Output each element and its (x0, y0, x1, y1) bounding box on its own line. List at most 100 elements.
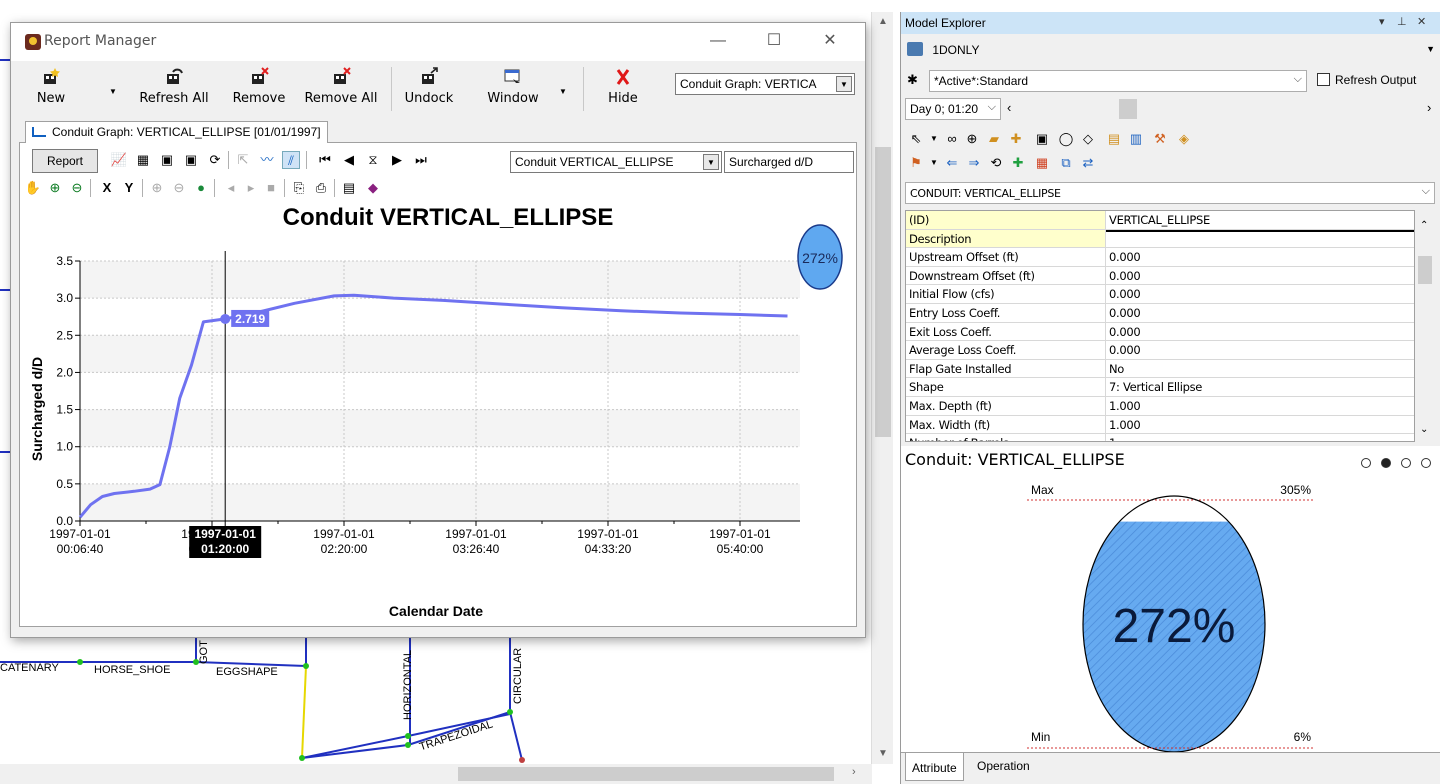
play-icon[interactable]: ▸ (242, 179, 260, 197)
chart-type-icon[interactable]: ⫽ (282, 151, 300, 169)
copy-icon[interactable]: ⎘ (290, 179, 308, 197)
find-icon[interactable]: ⊕ (963, 130, 981, 148)
zoom-out-icon[interactable]: ⊖ (68, 179, 86, 197)
help-book-icon[interactable]: ◆ (364, 179, 382, 197)
chevron-down-icon[interactable]: ▼ (703, 154, 719, 170)
line-chart-icon[interactable]: 〰 (258, 151, 276, 169)
property-value[interactable]: 0.000 (1106, 323, 1414, 341)
checkbox-box[interactable] (1317, 73, 1330, 86)
zoom-reset-icon[interactable]: ⊖ (170, 179, 188, 197)
property-row[interactable]: Exit Loss Coeff. 0.000 (906, 322, 1414, 342)
compare-icon[interactable]: ⧉ (1057, 154, 1075, 172)
chevron-down-icon[interactable]: ▼ (1426, 44, 1435, 54)
time-next-icon[interactable]: › (1427, 100, 1431, 115)
tools-icon[interactable]: ⚒ (1151, 130, 1169, 148)
y-axis-icon[interactable]: Y (120, 179, 138, 197)
map-horizontal-scrollbar[interactable]: › (0, 764, 872, 784)
property-row[interactable]: Max. Width (ft) 1.000 (906, 415, 1414, 435)
window-dropdown-icon[interactable]: ▼ (559, 87, 567, 96)
forward-arrow-icon[interactable]: ⇒ (965, 154, 983, 172)
copy-graph-icon[interactable]: ▦ (134, 151, 152, 169)
maximize-button[interactable]: ☐ (751, 29, 797, 55)
property-grid-scrollbar[interactable]: ⌃ ⌄ (1415, 210, 1435, 442)
property-row[interactable]: Upstream Offset (ft) 0.000 (906, 248, 1414, 267)
properties-icon[interactable]: ▤ (340, 179, 358, 197)
property-value[interactable]: 0.000 (1106, 285, 1414, 303)
globe-icon[interactable]: ● (192, 179, 210, 197)
tab-conduit-graph[interactable]: Conduit Graph: VERTICAL_ELLIPSE [01/01/1… (25, 121, 328, 144)
last-frame-icon[interactable]: ⏭ (412, 151, 430, 169)
chevron-down-icon[interactable]: ⌵ (1294, 73, 1302, 86)
parameter-field[interactable]: Surcharged d/D (724, 151, 854, 173)
pin-icon[interactable]: ⊥ (1397, 15, 1407, 28)
property-value[interactable]: 0.000 (1106, 248, 1414, 266)
property-row[interactable]: Entry Loss Coeff. 0.000 (906, 304, 1414, 323)
project-row[interactable]: 1DONLY ▼ (905, 42, 1435, 64)
property-scroll-thumb[interactable] (1418, 256, 1432, 284)
undock-button[interactable]: Undock (399, 63, 459, 115)
print-icon[interactable]: ⎙ (312, 179, 330, 197)
time-slider-thumb[interactable] (1119, 99, 1137, 119)
tab-attribute[interactable]: Attribute (905, 753, 964, 781)
save-icon[interactable]: ▣ (158, 151, 176, 169)
property-row[interactable]: Max. Depth (ft) 1.000 (906, 397, 1414, 416)
panel-close-icon[interactable]: ✕ (1417, 15, 1426, 28)
report-icon[interactable]: ▤ (1105, 130, 1123, 148)
back-arrow-icon[interactable]: ⇐ (943, 154, 961, 172)
map-vscroll-thumb[interactable] (875, 147, 891, 437)
stop-icon[interactable]: ■ (262, 179, 280, 197)
window-button[interactable]: Window (481, 63, 545, 115)
first-frame-icon[interactable]: ⏮ (316, 151, 334, 169)
property-value[interactable]: No (1106, 360, 1414, 378)
property-value[interactable]: 1.000 (1106, 416, 1414, 434)
scroll-up-icon[interactable]: ▲ (872, 16, 894, 27)
refresh-output-checkbox[interactable]: Refresh Output (1317, 73, 1416, 87)
close-button[interactable]: ✕ (807, 29, 853, 55)
property-row[interactable]: Shape 7: Vertical Ellipse (906, 378, 1414, 397)
page-dot-2-active[interactable] (1381, 458, 1391, 468)
time-select[interactable]: Day 0; 01:20 ⌵ (905, 98, 1001, 120)
refresh-all-button[interactable]: Refresh All (137, 63, 211, 115)
page-dot-4[interactable] (1421, 458, 1431, 468)
dropdown-icon[interactable]: ▼ (925, 130, 943, 148)
swap-icon[interactable]: ⇄ (1079, 154, 1097, 172)
property-row[interactable]: Average Loss Coeff. 0.000 (906, 341, 1414, 360)
remove-button[interactable]: Remove (229, 63, 289, 115)
property-row[interactable]: Flap Gate Installed No (906, 359, 1414, 379)
history-icon[interactable]: ⟲ (987, 154, 1005, 172)
save-as-icon[interactable]: ▣ (182, 151, 200, 169)
scroll-down-icon[interactable]: ▼ (872, 748, 894, 759)
page-dot-1[interactable] (1361, 458, 1371, 468)
report-button[interactable]: Report (32, 149, 98, 173)
property-row[interactable]: Description (906, 229, 1414, 249)
table-icon[interactable]: ▦ (1033, 154, 1051, 172)
next-frame-icon[interactable]: ▶ (388, 151, 406, 169)
line-chart[interactable]: Conduit VERTICAL_ELLIPSE 0.0 0.5 1.0 1.5 2.0… (20, 201, 856, 625)
property-row[interactable]: Downstream Offset (ft) 0.000 (906, 266, 1414, 286)
property-value[interactable]: 0.000 (1106, 304, 1414, 322)
property-value[interactable]: 0.000 (1106, 267, 1414, 285)
prev-frame-icon[interactable]: ◀ (340, 151, 358, 169)
zoom-in-icon[interactable]: ⊕ (46, 179, 64, 197)
chevron-down-icon[interactable]: ⌵ (988, 101, 996, 114)
property-value[interactable]: 7: Vertical Ellipse (1106, 378, 1414, 396)
wand-icon[interactable]: ⚑ (907, 154, 925, 172)
scroll-right-icon[interactable]: › (852, 766, 856, 778)
property-row[interactable]: (ID) VERTICAL_ELLIPSE (906, 211, 1414, 230)
hourglass-icon[interactable]: ⧖ (364, 151, 382, 169)
pan-hand-icon[interactable]: ✋ (24, 179, 42, 197)
property-value[interactable]: 0.000 (1106, 341, 1414, 359)
property-value[interactable]: VERTICAL_ELLIPSE (1106, 211, 1414, 229)
chevron-down-icon[interactable]: ⌵ (1422, 185, 1430, 198)
bar-chart-icon[interactable]: ▥ (1127, 130, 1145, 148)
hide-button[interactable]: Hide (599, 63, 647, 115)
new-dropdown-icon[interactable]: ▼ (109, 87, 117, 96)
zoom-window-icon[interactable]: ⊕ (148, 179, 166, 197)
report-manager-titlebar[interactable]: Report Manager — ☐ ✕ (11, 23, 865, 61)
time-prev-icon[interactable]: ‹ (1007, 100, 1011, 115)
new-button[interactable]: New (31, 63, 71, 115)
element-select[interactable]: Conduit VERTICAL_ELLIPSE ▼ (510, 151, 722, 173)
link-icon[interactable]: ∞ (943, 130, 961, 148)
panel-menu-icon[interactable]: ▾ (1379, 15, 1385, 28)
open-folder-icon[interactable]: ▰ (985, 130, 1003, 148)
